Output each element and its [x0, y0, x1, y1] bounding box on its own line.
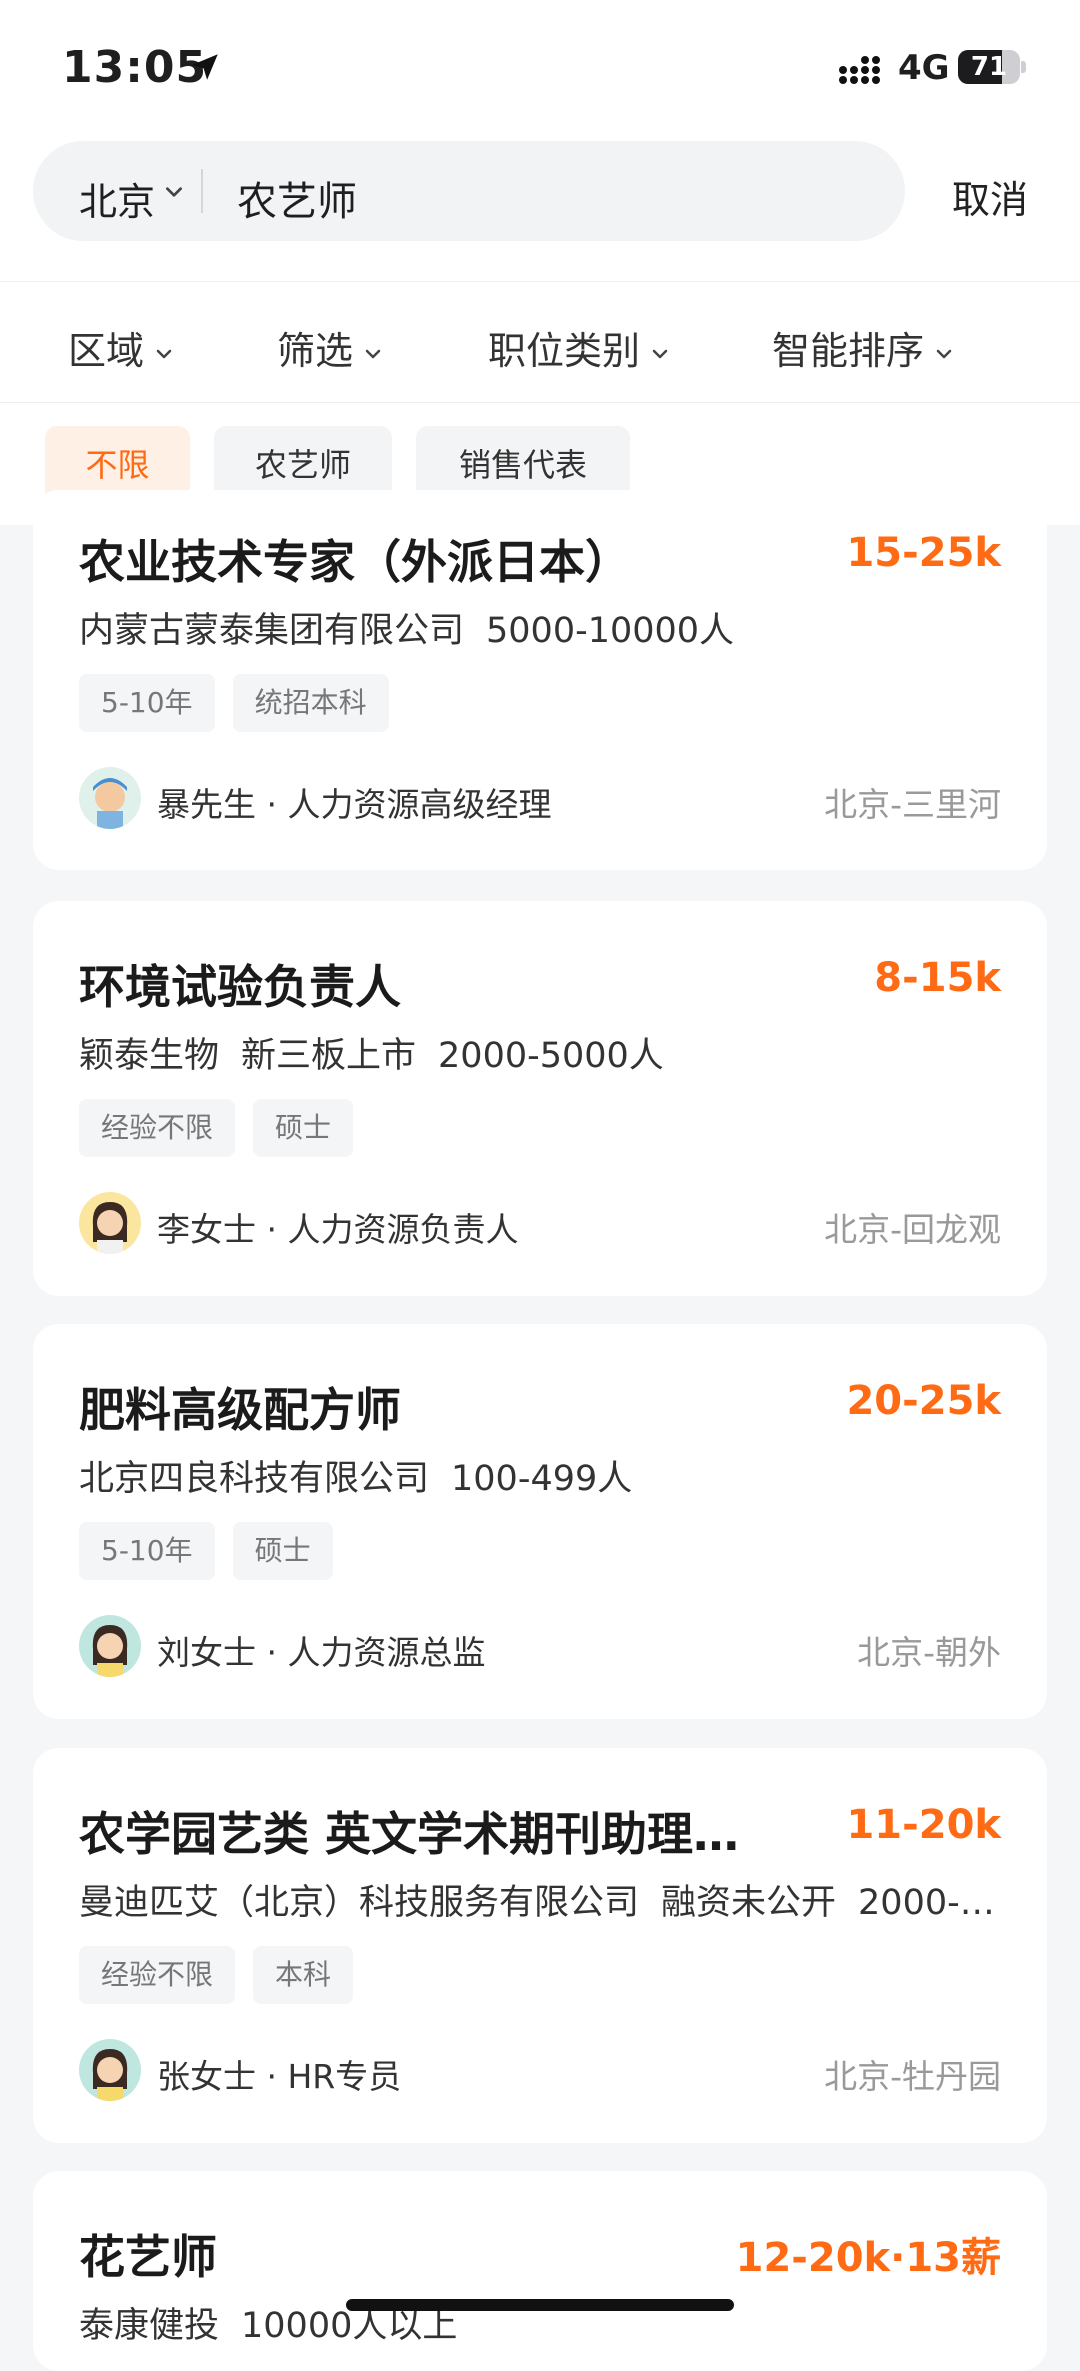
recruiter-name: 刘女士 · 人力资源总监 [157, 1633, 486, 1672]
job-title: 肥料高级配方师 [79, 1383, 401, 1437]
location-arrow-icon [192, 54, 218, 80]
battery-percent: 71 [970, 52, 1008, 82]
company-size: 2000-5000人 [438, 1036, 664, 1076]
male-recruiter-avatar [79, 767, 141, 829]
job-salary: 20-25k [846, 1378, 1001, 1424]
job-title: 农学园艺类 英文学术期刊助理… [79, 1807, 740, 1861]
company-name: 颖泰生物 [79, 1036, 220, 1076]
home-indicator[interactable] [346, 2299, 734, 2311]
job-salary: 11-20k [846, 1802, 1001, 1848]
job-tags: 5-10年 硕士 [79, 1522, 351, 1580]
recruiter-name: 暴先生 · 人力资源高级经理 [157, 785, 552, 824]
job-tag: 硕士 [232, 1522, 333, 1580]
job-tag: 经验不限 [79, 1946, 236, 2004]
company-size: 5000-10000人 [486, 611, 735, 651]
job-tags: 5-10年 统招本科 [79, 674, 407, 732]
cancel-button[interactable]: 取消 [952, 169, 1028, 224]
search-box[interactable]: 北京 农艺师 [33, 141, 905, 241]
company-stage: 新三板上市 [241, 1036, 417, 1076]
filter-label: 职位类别 [488, 329, 641, 373]
job-salary: 15-25k [846, 530, 1001, 576]
recruiter-name: 张女士 · HR专员 [157, 2057, 402, 2096]
chevron-down-icon[interactable] [163, 181, 185, 203]
company-name: 泰康健投 [79, 2306, 220, 2346]
female-recruiter-avatar [79, 1615, 141, 1677]
job-tag: 经验不限 [79, 1099, 236, 1157]
divider [201, 169, 203, 213]
cellular-signal-icon [839, 56, 880, 84]
job-salary: 8-15k [874, 955, 1001, 1001]
company-info: 内蒙古蒙泰集团有限公司 5000-10000人 [79, 602, 999, 653]
company-info: 曼迪匹艾（北京）科技服务有限公司 融资未公开 2000-… [79, 1874, 999, 1925]
company-name: 北京四良科技有限公司 [79, 1459, 430, 1499]
city-selector[interactable]: 北京 [79, 171, 155, 226]
company-size: 100-499人 [451, 1459, 633, 1499]
job-location: 北京-牡丹园 [824, 2057, 1001, 2096]
search-input[interactable]: 农艺师 [237, 169, 357, 227]
company-name: 内蒙古蒙泰集团有限公司 [79, 611, 465, 651]
job-title: 花艺师 [79, 2230, 217, 2284]
job-card[interactable]: 农业技术专家（外派日本） 15-25k 内蒙古蒙泰集团有限公司 5000-1000… [33, 490, 1047, 870]
chevron-down-icon [652, 349, 668, 358]
filter-screen[interactable]: 筛选 [277, 320, 383, 375]
job-tag: 统招本科 [232, 674, 389, 732]
job-card[interactable]: 花艺师 12-20k·13薪 泰康健投 10000人以上 [33, 2171, 1047, 2371]
job-tags: 经验不限 本科 [79, 1946, 371, 2004]
filter-bar: 区域 筛选 职位类别 智能排序 [0, 281, 1080, 403]
female-recruiter-avatar [79, 2039, 141, 2101]
filter-label: 筛选 [277, 329, 354, 373]
job-tag: 本科 [253, 1946, 354, 2004]
job-tag: 5-10年 [79, 1522, 215, 1580]
company-info: 颖泰生物 新三板上市 2000-5000人 [79, 1027, 999, 1078]
job-card[interactable]: 农学园艺类 英文学术期刊助理… 11-20k 曼迪匹艾（北京）科技服务有限公司融… [33, 1748, 1047, 2143]
job-card[interactable]: 环境试验负责人 8-15k 颖泰生物 新三板上市 2000-5000人 经验不限 硕士… [33, 901, 1047, 1296]
status-bar: 13:05 4G 71 [0, 0, 1080, 135]
job-title: 环境试验负责人 [79, 960, 401, 1014]
chevron-down-icon [936, 349, 952, 358]
recruiter-name: 李女士 · 人力资源负责人 [157, 1210, 519, 1249]
job-tag: 硕士 [253, 1099, 354, 1157]
network-type: 4G [898, 48, 950, 88]
job-tags: 经验不限 硕士 [79, 1099, 371, 1157]
filter-smart-sort[interactable]: 智能排序 [772, 320, 954, 375]
job-location: 北京-朝外 [857, 1633, 1001, 1672]
company-info: 北京四良科技有限公司 100-499人 [79, 1450, 999, 1501]
job-card[interactable]: 肥料高级配方师 20-25k 北京四良科技有限公司 100-499人 5-10年硕… [33, 1324, 1047, 1719]
chevron-down-icon [365, 349, 381, 358]
job-salary: 12-20k·13薪 [735, 2235, 1001, 2281]
battery-icon: 71 [958, 50, 1026, 84]
search-header: 北京 农艺师 取消 [0, 135, 1080, 281]
company-size: 10000人以上 [241, 2306, 458, 2346]
company-size: 2000-… [858, 1883, 995, 1923]
status-time: 13:05 [62, 42, 208, 93]
female-recruiter-avatar [79, 1192, 141, 1254]
job-location: 北京-回龙观 [824, 1210, 1001, 1249]
job-location: 北京-三里河 [824, 785, 1001, 824]
company-stage: 融资未公开 [661, 1883, 837, 1923]
chevron-down-icon [156, 349, 172, 358]
filter-area[interactable]: 区域 [68, 320, 174, 375]
filter-job-category[interactable]: 职位类别 [488, 320, 670, 375]
job-tag: 5-10年 [79, 674, 215, 732]
filter-label: 智能排序 [772, 329, 925, 373]
filter-label: 区域 [68, 329, 145, 373]
company-name: 曼迪匹艾（北京）科技服务有限公司 [79, 1883, 640, 1923]
job-title: 农业技术专家（外派日本） [79, 535, 631, 589]
